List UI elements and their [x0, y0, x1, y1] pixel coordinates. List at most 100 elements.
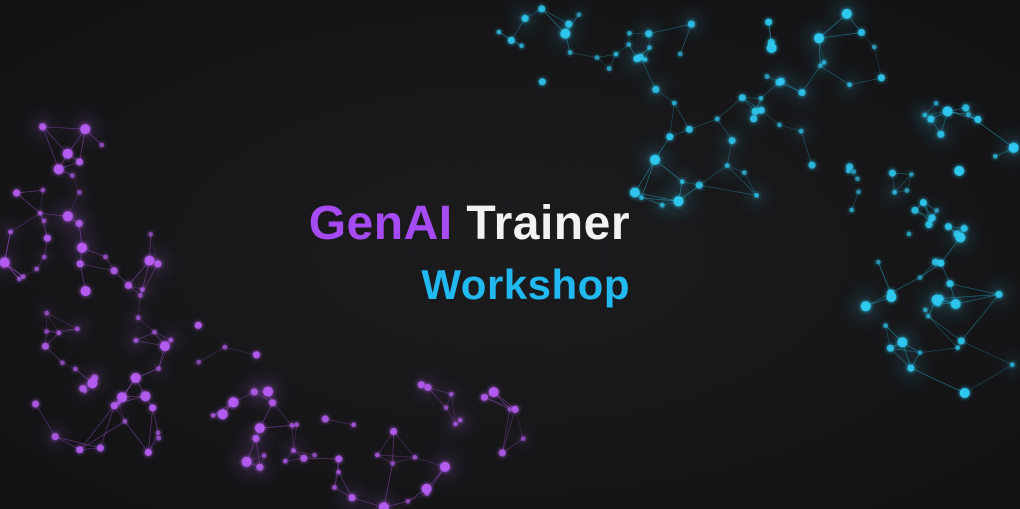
purple-network-link [393, 431, 416, 458]
cyan-network-node [888, 169, 897, 177]
cyan-network-node [777, 122, 782, 128]
cyan-network-node [955, 345, 961, 351]
purple-network-node [140, 391, 151, 402]
purple-network-node [336, 469, 341, 475]
purple-network-node [41, 218, 47, 224]
cyan-network-node [754, 193, 759, 198]
purple-network-node [210, 413, 216, 418]
purple-network-node [321, 415, 329, 423]
purple-network-link [100, 405, 115, 449]
purple-network-link [42, 126, 68, 155]
purple-network-node [421, 483, 432, 494]
purple-network-link [377, 454, 416, 458]
cyan-network-link [570, 52, 598, 58]
purple-network-node [159, 341, 170, 352]
title-word-genai: GenAI [308, 197, 453, 250]
cyan-network-link [910, 367, 965, 394]
cyan-network-link [596, 53, 617, 58]
purple-network-node [488, 387, 499, 398]
purple-network-node [75, 219, 83, 228]
cyan-network-node [685, 125, 693, 133]
purple-network-node [43, 234, 52, 242]
cyan-network-node [845, 168, 851, 174]
cyan-network-node [741, 170, 747, 176]
purple-network-node [252, 351, 261, 359]
cyan-network-node [906, 231, 912, 237]
purple-network-node [194, 321, 202, 329]
cyan-network-node [855, 176, 860, 182]
purple-network-link [16, 192, 41, 214]
purple-network-node [135, 315, 141, 321]
purple-network-node [80, 286, 91, 297]
cyan-network-node [907, 364, 915, 372]
cyan-network-link [699, 165, 728, 186]
purple-network-node [480, 393, 488, 401]
purple-network-link [152, 407, 159, 433]
cyan-network-node [594, 55, 600, 60]
cyan-network-node [659, 202, 665, 208]
cyan-network-node [645, 30, 653, 38]
cyan-network-node [677, 51, 683, 57]
cyan-network-node [1010, 362, 1015, 368]
cyan-network-node [950, 299, 961, 309]
purple-network-node [390, 427, 398, 436]
cyan-network-link [927, 315, 958, 349]
purple-network-node [312, 452, 317, 458]
purple-network-node [155, 430, 161, 436]
purple-network-node [144, 255, 155, 266]
purple-network-link [377, 431, 394, 456]
cyan-network-node [567, 50, 573, 55]
purple-network-node [241, 456, 252, 467]
cyan-network-node [849, 207, 855, 213]
purple-network-node [70, 173, 75, 178]
cyan-network-node [851, 169, 857, 175]
cyan-network-node [966, 112, 971, 118]
cyan-network-node [714, 116, 720, 122]
cyan-network-node [728, 137, 736, 145]
purple-network-node [144, 448, 152, 456]
title-line-2: Workshop [421, 261, 630, 308]
workshop-banner: GenAI Trainer Workshop [0, 0, 1020, 509]
purple-network-node [37, 210, 43, 216]
cyan-network-link [873, 46, 882, 78]
cyan-network-node [871, 44, 877, 50]
cyan-network-node [925, 313, 931, 319]
purple-network-node [156, 366, 162, 371]
cyan-network-node [917, 350, 923, 356]
cyan-network-node [917, 275, 923, 280]
purple-network-node [228, 399, 236, 407]
purple-network-node [405, 498, 411, 504]
purple-network-node [149, 404, 157, 412]
purple-network-node [222, 344, 228, 350]
cyan-network-node [687, 20, 696, 28]
cyan-network-link [596, 57, 610, 69]
purple-network-node [74, 326, 80, 332]
purple-network-node [8, 229, 13, 235]
purple-network-link [502, 438, 524, 454]
purple-network-node [520, 436, 526, 442]
cyan-network-node [765, 18, 773, 26]
cyan-network-node [613, 51, 619, 57]
cyan-network-node [821, 60, 827, 65]
cyan-network-node [576, 12, 582, 18]
cyan-network-node [560, 28, 571, 39]
purple-network-node [507, 407, 513, 412]
cyan-network-node [942, 106, 953, 117]
cyan-network-node [933, 100, 939, 106]
purple-network-node [76, 446, 84, 454]
cyan-network-node [695, 181, 703, 189]
purple-network-node [351, 422, 356, 428]
purple-network-link [16, 189, 43, 194]
cyan-network-node [538, 78, 546, 86]
purple-network-node [138, 293, 143, 298]
purple-network-node [80, 124, 91, 135]
purple-network-node [53, 164, 64, 175]
cyan-network-node [507, 36, 515, 45]
purple-network-node [75, 158, 84, 166]
purple-network-node [133, 338, 139, 343]
purple-network-node [96, 444, 104, 452]
cyan-network-node [750, 115, 758, 123]
purple-network-node [443, 405, 449, 411]
purple-network-node [130, 373, 141, 383]
cyan-network-node [857, 28, 866, 37]
